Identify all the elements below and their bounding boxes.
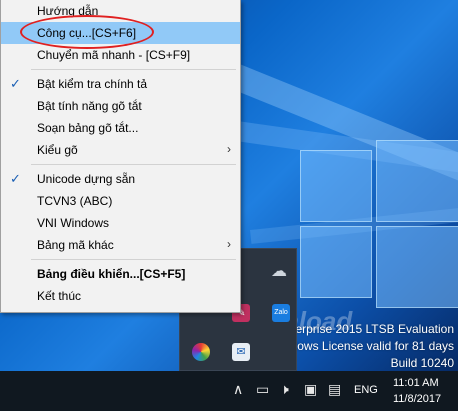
action-center-icon[interactable]: ▤	[328, 381, 341, 398]
chevron-up-icon[interactable]: ∧	[233, 381, 243, 398]
language-indicator[interactable]: ENG	[354, 384, 378, 396]
menu-separator	[31, 164, 236, 165]
menu-item[interactable]: Kiểu gõ ›	[1, 139, 240, 161]
menu-item[interactable]: ✓ Unicode dựng sẵn	[1, 168, 240, 190]
menu-item[interactable]: Bảng điều khiển...[CS+F5]	[1, 263, 240, 285]
license-watermark: dows License valid for 81 days	[290, 339, 454, 353]
chevron-right-icon: ›	[227, 142, 231, 156]
menu-item-label: Bật tính năng gõ tắt	[37, 99, 142, 113]
cloud-icon[interactable]: ☁	[270, 263, 288, 281]
chevron-right-icon: ›	[227, 237, 231, 251]
menu-item-label: VNI Windows	[37, 216, 110, 230]
menu-item-label: Bật kiểm tra chính tả	[37, 77, 148, 91]
menu-item-label: Kết thúc	[37, 289, 82, 303]
menu-item-label: Bảng điều khiển...[CS+F5]	[37, 267, 186, 281]
menu-item-label: Bảng mã khác	[37, 238, 114, 252]
highlight-circle	[20, 15, 154, 49]
windows-logo-pane	[376, 226, 458, 308]
volume-mute-icon[interactable]: 🕨	[280, 381, 289, 398]
menu-item-label: Soạn bảng gõ tắt...	[37, 121, 139, 135]
menu-item[interactable]: Chuyển mã nhanh - [CS+F9]	[1, 44, 240, 66]
menu-item-label: TCVN3 (ABC)	[37, 194, 113, 208]
windows-logo-pane	[300, 150, 372, 222]
windows-logo-pane	[300, 226, 372, 298]
menu-separator	[31, 69, 236, 70]
menu-item[interactable]: Bảng mã khác ›	[1, 234, 240, 256]
clock-time[interactable]: 11:01 AM	[393, 377, 439, 389]
clock-date[interactable]: 11/8/2017	[393, 393, 441, 405]
taskbar: ∧ ▭ 🕨 ▣ ▤ ENG 11:01 AM 11/8/2017	[0, 371, 458, 411]
menu-item-label: Kiểu gõ	[37, 143, 78, 157]
build-watermark: Build 10240	[390, 356, 454, 370]
zalo-icon[interactable]: Zalo	[272, 304, 290, 322]
checkmark-icon: ✓	[10, 76, 21, 91]
menu-item[interactable]: Kết thúc	[1, 285, 240, 307]
menu-item[interactable]: TCVN3 (ABC)	[1, 190, 240, 212]
windows-logo-pane	[376, 140, 458, 222]
menu-separator	[31, 259, 236, 260]
network-icon[interactable]: ▣	[304, 381, 317, 398]
checkmark-icon: ✓	[10, 171, 21, 186]
battery-icon[interactable]: ▭	[256, 381, 269, 398]
menu-item[interactable]: VNI Windows	[1, 212, 240, 234]
menu-item-label: Unicode dựng sẵn	[37, 172, 136, 186]
mail-icon[interactable]: ✉	[232, 343, 250, 361]
menu-item[interactable]: Bật tính năng gõ tắt	[1, 95, 240, 117]
edition-watermark: nterprise 2015 LTSB Evaluation	[285, 322, 454, 336]
menu-item[interactable]: ✓ Bật kiểm tra chính tả	[1, 73, 240, 95]
menu-item-label: Chuyển mã nhanh - [CS+F9]	[37, 48, 191, 62]
color-wheel-icon[interactable]	[192, 343, 210, 361]
context-menu: Công cụ...[CS+F6] Hướng dẫn Chuyển mã nha…	[0, 0, 241, 313]
menu-item[interactable]: Soạn bảng gõ tắt...	[1, 117, 240, 139]
